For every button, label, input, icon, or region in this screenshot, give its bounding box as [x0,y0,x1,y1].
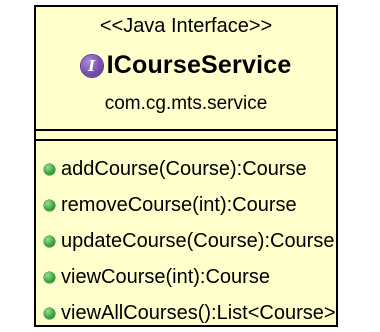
uml-interface-box: <<Java Interface>> I ICourseService com.… [34,5,338,327]
stereotype-label: <<Java Interface>> [99,15,273,37]
interface-name: ICourseService [106,51,292,79]
public-method-icon [44,199,55,211]
operations-compartment: addCourse(Course):Course removeCourse(in… [36,141,336,331]
interface-icon: I [80,54,103,77]
operation-item: removeCourse(int):Course [36,187,336,223]
operation-item: addCourse(Course):Course [36,151,336,187]
public-method-icon [44,235,55,247]
operation-label: viewAllCourses():List<Course> [61,301,336,324]
interface-header: <<Java Interface>> I ICourseService com.… [36,7,336,131]
attributes-compartment [36,131,336,141]
package-name: com.cg.mts.service [104,93,268,114]
interface-name-row: I ICourseService [36,51,336,80]
operation-item: updateCourse(Course):Course [36,223,336,259]
operation-label: addCourse(Course):Course [61,157,307,180]
operation-label: removeCourse(int):Course [61,193,297,216]
operation-item: viewAllCourses():List<Course> [36,295,336,331]
public-method-icon [44,307,55,319]
operation-item: viewCourse(int):Course [36,259,336,295]
operation-label: updateCourse(Course):Course [61,229,335,252]
operation-label: viewCourse(int):Course [61,265,270,288]
public-method-icon [44,163,55,175]
public-method-icon [44,271,55,283]
